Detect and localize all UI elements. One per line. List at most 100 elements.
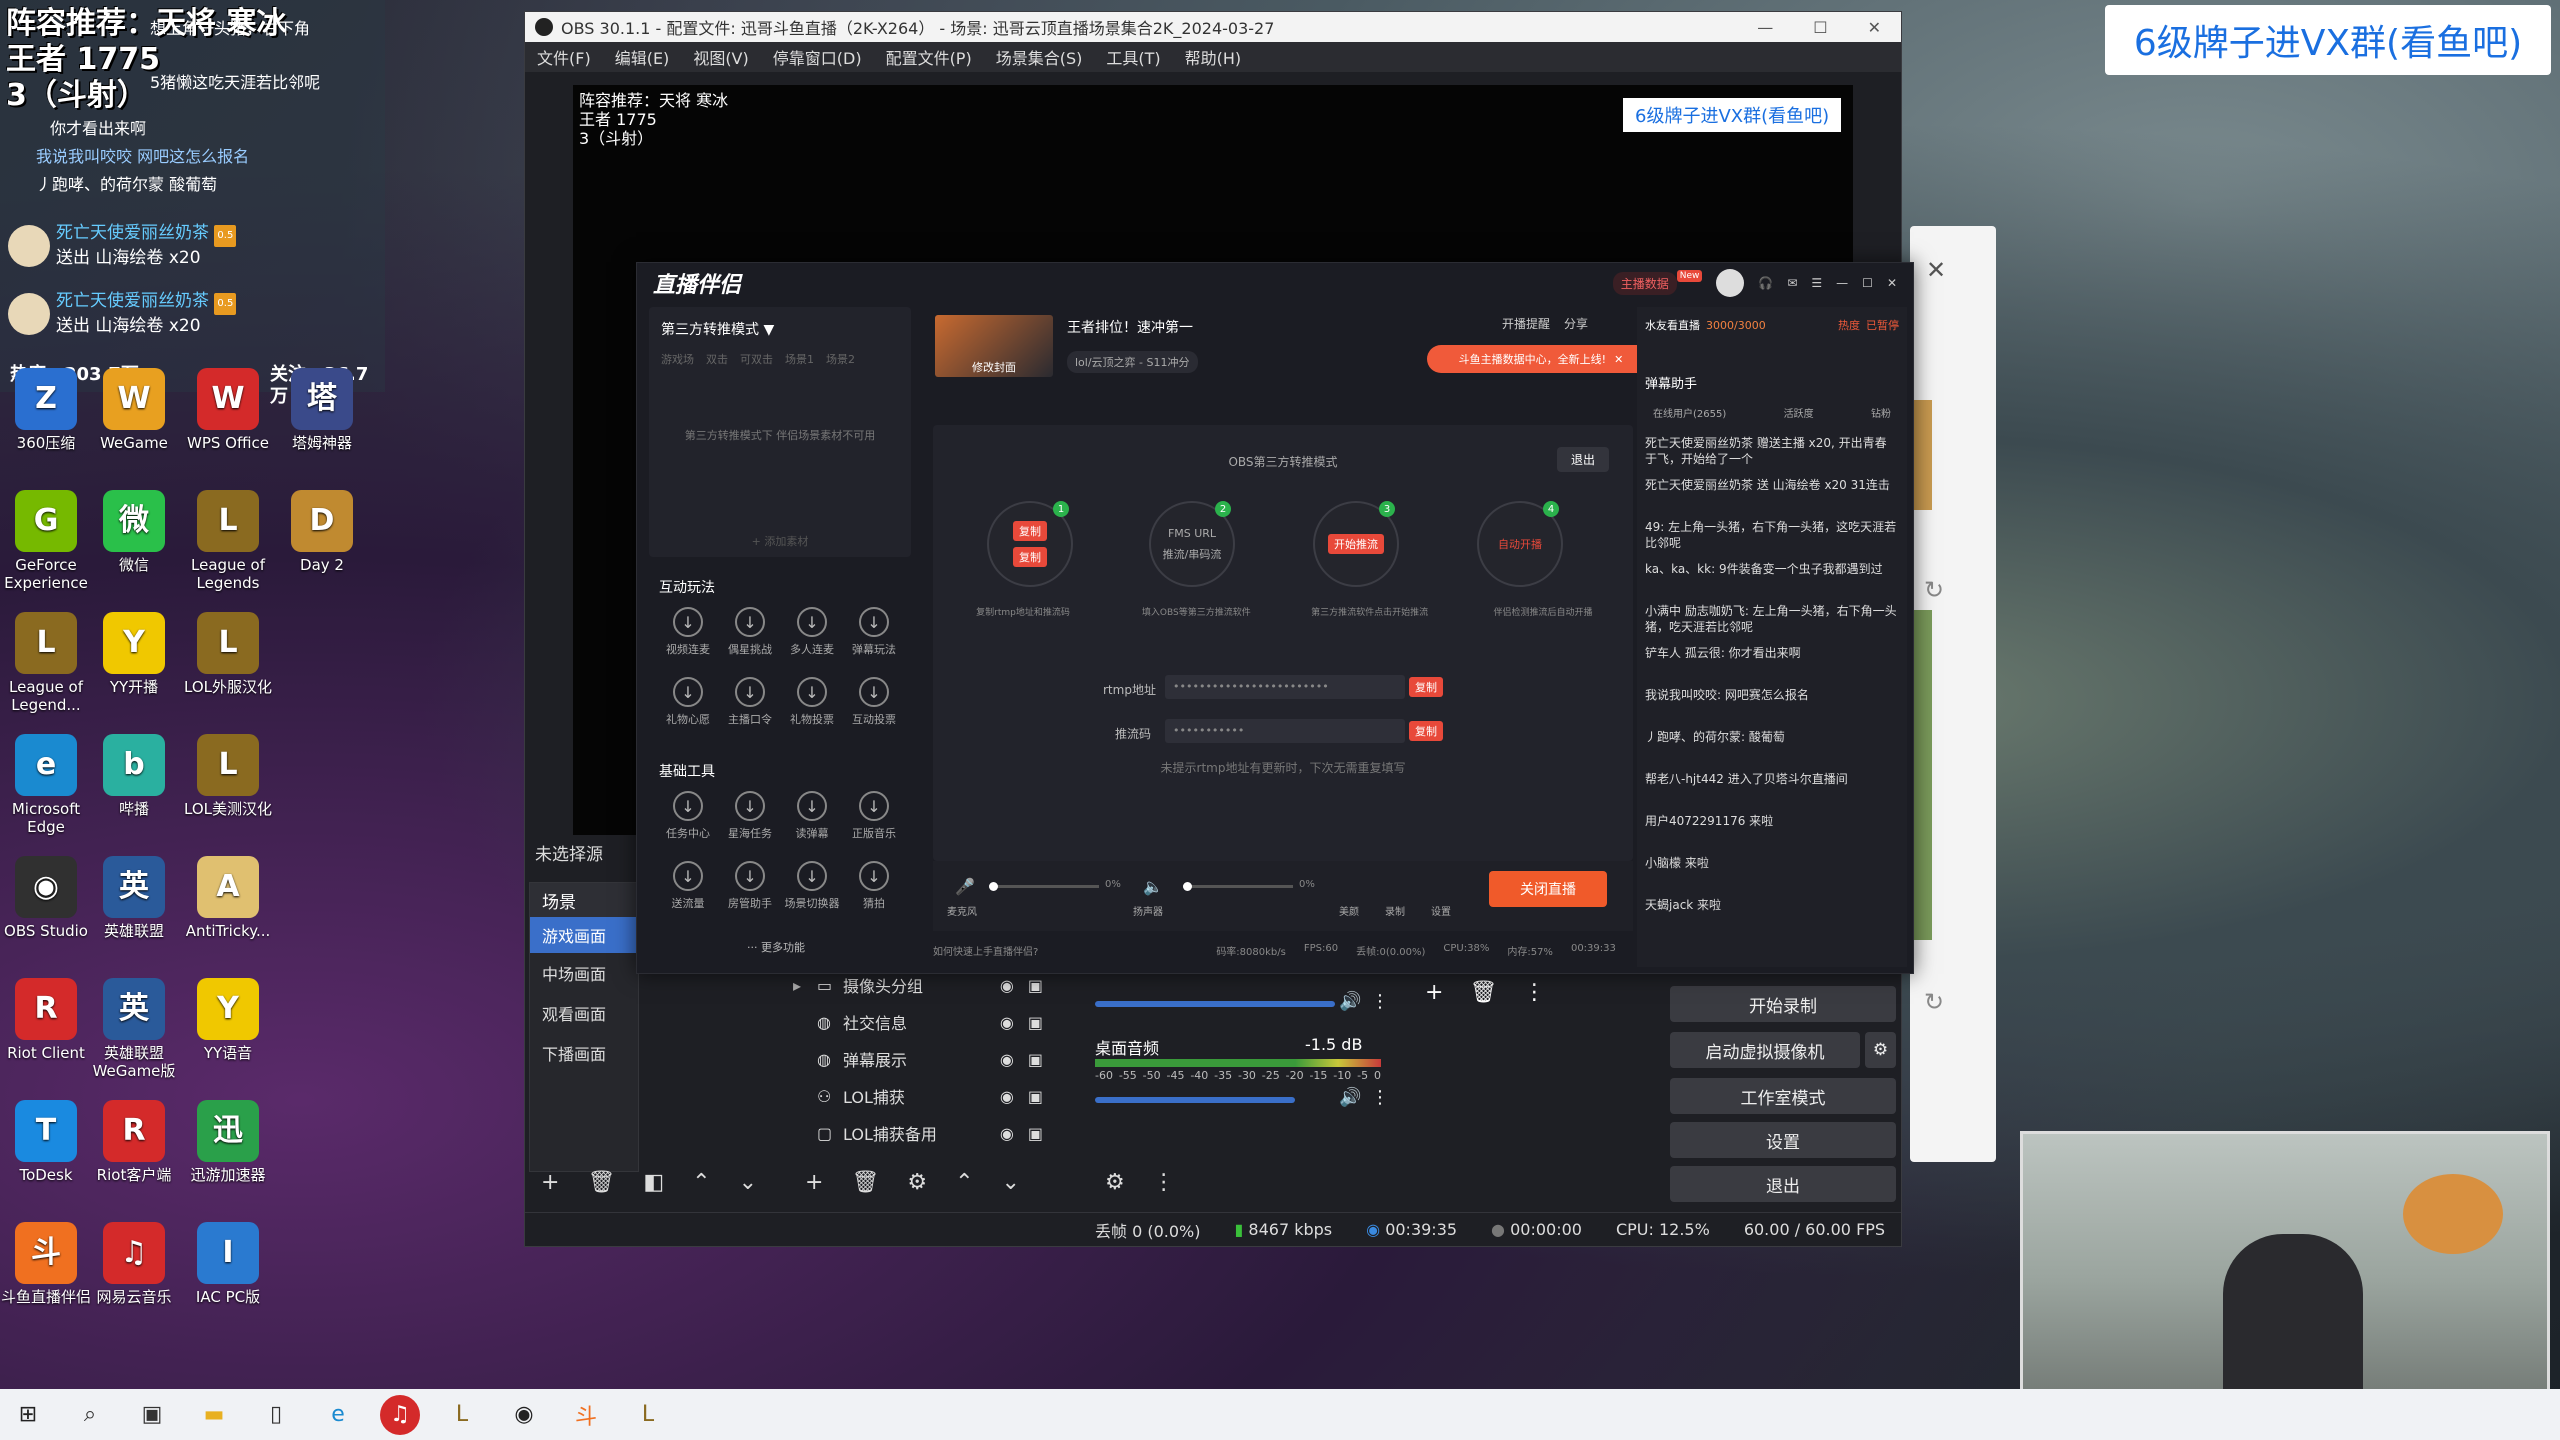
danmu-item[interactable]: 小满中 励志咖奶飞: 左上角一头猪，右下角一头猪，吃天涯若比邻呢 bbox=[1645, 603, 1897, 635]
tool-item[interactable]: ↓ 偶星挑战 bbox=[719, 607, 781, 657]
tool-item[interactable]: ↓ 正版音乐 bbox=[843, 791, 905, 841]
mic-icon[interactable]: 🎤 bbox=[955, 877, 975, 896]
lock-icon[interactable]: ▣ bbox=[1028, 1124, 1043, 1143]
maximize-icon[interactable]: ☐ bbox=[1813, 18, 1827, 37]
menu-view[interactable]: 视图(V) bbox=[693, 45, 748, 69]
arrow-up-icon[interactable]: ⌃ bbox=[955, 1170, 973, 1195]
volume-slider[interactable] bbox=[1095, 1001, 1335, 1007]
danmu-item[interactable]: 帮老八-hjt442 进入了贝塔斗尔直播间 bbox=[1645, 771, 1897, 787]
windows-start-icon[interactable]: ⊞ bbox=[8, 1395, 48, 1435]
microphone-app-icon[interactable]: ▯ bbox=[256, 1395, 296, 1435]
advanced-audio-icon[interactable]: ⚙ bbox=[1105, 1170, 1125, 1195]
tab-diamond-fans[interactable]: 钻粉 bbox=[1871, 405, 1891, 420]
message-icon[interactable]: ✉ bbox=[1787, 276, 1797, 290]
menu-profile[interactable]: 配置文件(P) bbox=[886, 45, 972, 69]
tool-item[interactable]: ↓ 场景切换器 bbox=[781, 861, 843, 911]
add-material-link[interactable]: + 添加素材 bbox=[649, 533, 911, 549]
refresh-icon[interactable]: ↻ bbox=[1924, 988, 1944, 1016]
arrow-down-icon[interactable]: ⌄ bbox=[1002, 1170, 1020, 1195]
obs-icon[interactable]: ◉ bbox=[504, 1395, 544, 1435]
tool-item[interactable]: ↓ 猜拍 bbox=[843, 861, 905, 911]
danmu-item[interactable]: 我说我叫咬咬: 网吧赛怎么报名 bbox=[1645, 687, 1897, 703]
eye-icon[interactable]: ◉ bbox=[1000, 1013, 1014, 1032]
menu-docks[interactable]: 停靠窗口(D) bbox=[773, 45, 862, 69]
exit-button[interactable]: 退出 bbox=[1670, 1166, 1896, 1202]
close-icon[interactable]: ✕ bbox=[1614, 353, 1623, 366]
task-view-icon[interactable]: ▣ bbox=[132, 1395, 172, 1435]
more-icon[interactable]: ⋮ bbox=[1523, 980, 1545, 1005]
menu-icon[interactable]: ☰ bbox=[1811, 276, 1822, 290]
speaker-icon[interactable]: 🔊 bbox=[1339, 991, 1361, 1012]
arrow-down-icon[interactable]: ⌄ bbox=[739, 1170, 757, 1195]
close-icon[interactable]: ✕ bbox=[1887, 276, 1897, 290]
tool-item[interactable]: ↓ 弹幕玩法 bbox=[843, 607, 905, 657]
danmu-item[interactable]: 铲车人 孤云很: 你才看出来啊 bbox=[1645, 645, 1897, 661]
tool-item[interactable]: ↓ 送流量 bbox=[657, 861, 719, 911]
league-client-icon[interactable]: L bbox=[628, 1395, 668, 1435]
desktop-icon[interactable]: L LOL外服汉化 bbox=[178, 612, 278, 696]
lock-icon[interactable]: ▣ bbox=[1028, 976, 1043, 995]
source-item[interactable]: ▢ LOL捕获备用 ◉ ▣ bbox=[793, 1115, 1043, 1151]
desktop-icon[interactable]: L League of Legend... bbox=[0, 612, 96, 714]
lock-icon[interactable]: ▣ bbox=[1028, 1087, 1043, 1106]
stream-title[interactable]: 王者排位！速冲第一 bbox=[1067, 317, 1193, 337]
gear-icon[interactable]: ⚙ bbox=[1865, 1032, 1896, 1068]
danmu-item[interactable]: 丿跑哮、的荷尔蒙: 酸葡萄 bbox=[1645, 729, 1897, 745]
tool-item[interactable]: ↓ 视频连麦 bbox=[657, 607, 719, 657]
desktop-icon[interactable]: 塔塔姆神器 bbox=[272, 368, 372, 452]
more-features-link[interactable]: ··· 更多功能 bbox=[747, 939, 805, 955]
desktop-icon[interactable]: ◉ OBS Studio bbox=[0, 856, 96, 940]
desktop-icon[interactable]: Y YY语音 bbox=[178, 978, 278, 1062]
desktop-icon[interactable]: L LOL美测汉化 bbox=[178, 734, 278, 818]
tool-item[interactable]: ↓ 任务中心 bbox=[657, 791, 719, 841]
delete-icon[interactable]: 🗑 bbox=[1469, 980, 1497, 1005]
refresh-icon[interactable]: ↻ bbox=[1924, 576, 1944, 604]
desktop-icon[interactable]: 斗斗鱼直播伴侣 bbox=[0, 1222, 96, 1306]
danmu-item[interactable]: 用户4072291176 来啦 bbox=[1645, 813, 1897, 829]
desktop-icon[interactable]: W WeGame bbox=[84, 368, 184, 452]
danmu-item[interactable]: 死亡天使爱丽丝奶茶 送 山海绘卷 x20 31连击 bbox=[1645, 477, 1897, 493]
gear-icon[interactable]: ⚙ bbox=[907, 1170, 927, 1195]
live-reminder-button[interactable]: 开播提醒 bbox=[1502, 315, 1550, 332]
beauty-button[interactable]: 美颜 bbox=[1339, 903, 1359, 918]
copy-button[interactable]: 复制 bbox=[1013, 547, 1047, 567]
desktop-icon[interactable]: b 哔播 bbox=[84, 734, 184, 818]
exit-mode-button[interactable]: 退出 bbox=[1556, 447, 1609, 472]
desktop-icon[interactable]: L League of Legends bbox=[178, 490, 278, 592]
more-icon[interactable]: ⋮ bbox=[1153, 1170, 1175, 1195]
danmu-item[interactable]: 天蝎jack 来啦 bbox=[1645, 897, 1897, 913]
source-item[interactable]: ⚇ LOL捕获 ◉ ▣ bbox=[793, 1078, 1043, 1114]
speaker-icon[interactable]: 🔈 bbox=[1143, 877, 1163, 896]
danmu-item[interactable]: 49: 左上角一头猪，右下角一头猪，这吃天涯若比邻呢 bbox=[1645, 519, 1897, 551]
add-icon[interactable]: + bbox=[1425, 980, 1443, 1005]
source-item[interactable]: ◍ 弹幕展示 ◉ ▣ bbox=[793, 1041, 1043, 1077]
rtmp-field[interactable]: •••••••••••••••••••••••• bbox=[1165, 675, 1405, 699]
scene-item-intermission[interactable]: 中场画面 bbox=[530, 953, 638, 993]
danmu-item[interactable]: ka、ka、kk: 9件装备变一个虫子我都遇到过 bbox=[1645, 561, 1897, 577]
scene-item-watch[interactable]: 观看画面 bbox=[530, 993, 638, 1033]
desktop-icon[interactable]: A AntiTricky... bbox=[178, 856, 278, 940]
desktop-icon[interactable]: ♫ 网易云音乐 bbox=[84, 1222, 184, 1306]
avatar[interactable] bbox=[1716, 269, 1745, 297]
desktop-icon[interactable]: W WPS Office bbox=[178, 368, 278, 452]
desktop-icon[interactable]: 迅迅游加速器 bbox=[178, 1100, 278, 1184]
search-icon[interactable]: ⌕ bbox=[70, 1395, 110, 1435]
lock-icon[interactable]: ▣ bbox=[1028, 1013, 1043, 1032]
mode-dropdown[interactable]: 第三方转推模式 ▼ bbox=[649, 307, 911, 351]
tool-item[interactable]: ↓ 主播口令 bbox=[719, 677, 781, 727]
scene-item-game[interactable]: 游戏画面 bbox=[530, 917, 638, 953]
league-icon[interactable]: L bbox=[442, 1395, 482, 1435]
add-icon[interactable]: + bbox=[805, 1170, 823, 1195]
tool-item[interactable]: ↓ 礼物心愿 bbox=[657, 677, 719, 727]
speaker-icon[interactable]: 🔊 bbox=[1339, 1087, 1361, 1108]
more-icon[interactable]: ⋮ bbox=[1371, 991, 1389, 1012]
studio-mode-button[interactable]: 工作室模式 bbox=[1670, 1078, 1896, 1114]
arrow-up-icon[interactable]: ⌃ bbox=[692, 1170, 710, 1195]
scene-tab[interactable]: 游戏场 bbox=[661, 351, 694, 367]
close-icon[interactable]: ✕ bbox=[1926, 256, 1946, 284]
menu-edit[interactable]: 编辑(E) bbox=[615, 45, 670, 69]
scene-tab[interactable]: 双击 bbox=[706, 351, 728, 367]
tool-item[interactable]: ↓ 互动投票 bbox=[843, 677, 905, 727]
desktop-icon[interactable]: R Riot Client bbox=[0, 978, 96, 1062]
start-push-button[interactable]: 开始推流 bbox=[1328, 534, 1384, 554]
